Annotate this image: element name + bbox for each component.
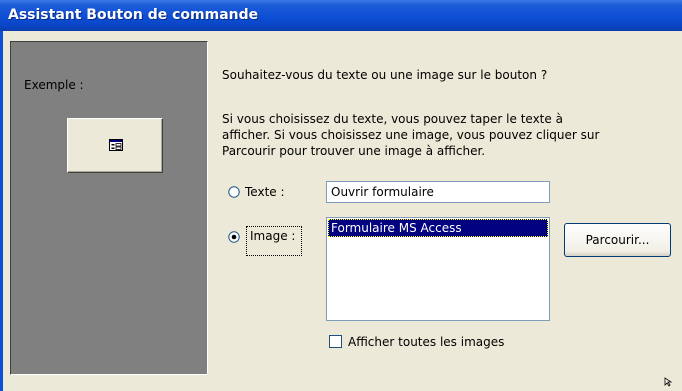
image-list[interactable]: Formulaire MS Access — [326, 217, 550, 321]
preview-label: Exemple : — [24, 78, 84, 92]
preview-button — [67, 118, 163, 173]
form-icon — [109, 139, 123, 151]
image-radio[interactable] — [228, 231, 240, 243]
text-input[interactable]: Ouvrir formulaire — [326, 181, 550, 203]
show-all-images-checkbox[interactable] — [329, 335, 342, 348]
cursor-icon — [664, 377, 672, 387]
list-item[interactable]: Formulaire MS Access — [328, 219, 548, 237]
image-option-label[interactable]: Image : — [250, 228, 295, 244]
text-option-label[interactable]: Texte : — [245, 184, 285, 200]
instruction-line-2: afficher. Si vous choisissez une image, … — [222, 128, 600, 142]
text-input-value: Ouvrir formulaire — [331, 185, 434, 199]
show-all-images-label[interactable]: Afficher toutes les images — [348, 334, 504, 350]
browse-button[interactable]: Parcourir... — [564, 223, 671, 257]
window-title: Assistant Bouton de commande — [8, 7, 259, 23]
question-text: Souhaitez-vous du texte ou une image sur… — [222, 68, 548, 82]
instruction-line-3: Parcourir pour trouver une image à affic… — [222, 144, 486, 158]
title-bar[interactable]: Assistant Bouton de commande — [0, 0, 682, 31]
instruction-line-1: Si vous choisissez du texte, vous pouvez… — [222, 112, 563, 126]
text-radio[interactable] — [228, 186, 240, 198]
